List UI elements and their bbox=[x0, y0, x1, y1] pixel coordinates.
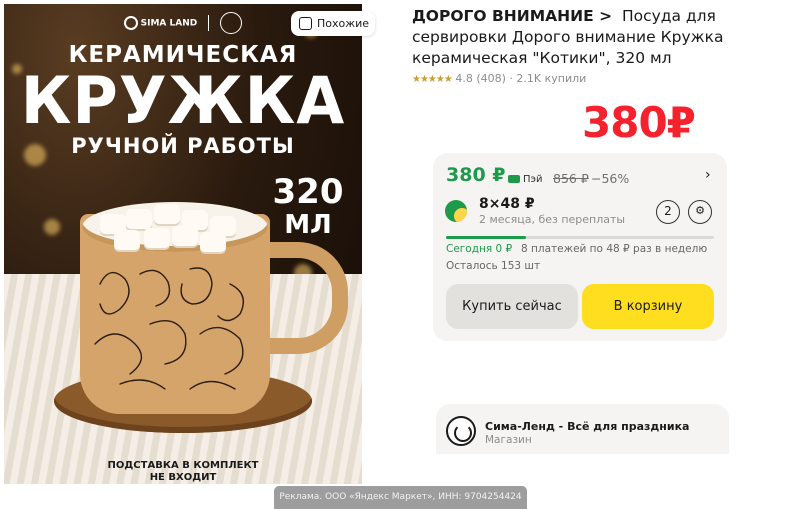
headline-mug: КРУЖКА bbox=[20, 62, 346, 139]
pay-method: Пэй bbox=[508, 174, 543, 185]
discount: −56% bbox=[591, 171, 630, 186]
rating-row[interactable]: ★★★★★ 4.8 (408) · 2.1K купили bbox=[412, 72, 586, 85]
settings-icon[interactable]: ⚙ bbox=[688, 200, 712, 224]
seller-logo-icon bbox=[446, 416, 476, 446]
split-progress bbox=[446, 236, 714, 239]
rating-value: 4.8 bbox=[455, 72, 473, 85]
seller-card[interactable]: Сима-Ленд - Всё для праздника Магазин bbox=[436, 404, 729, 454]
marshmallow bbox=[200, 232, 226, 252]
volume-label: 320 МЛ bbox=[272, 172, 344, 240]
offer-card: 380 ₽ Пэй 856 ₽ −56% › 8×48 ₽ 2 месяца, … bbox=[433, 153, 727, 341]
buy-now-button[interactable]: Купить сейчас bbox=[446, 284, 578, 329]
chevron-right-icon[interactable]: › bbox=[705, 167, 711, 183]
review-count: (408) bbox=[476, 72, 506, 85]
split-months-toggle[interactable]: 2 bbox=[656, 200, 680, 224]
dorogo-vnimanie-logo bbox=[220, 12, 243, 34]
card-icon bbox=[508, 175, 520, 183]
ad-notice: Реклама. ООО «Яндекс Маркет», ИНН: 97042… bbox=[274, 486, 527, 509]
chevron-right-icon: > bbox=[599, 7, 613, 25]
product-image[interactable]: SIMA LAND КЕРАМИЧЕСКАЯ КРУЖКА РУЧНОЙ РАБ… bbox=[4, 4, 362, 484]
old-price: 856 ₽ bbox=[553, 171, 589, 186]
headline-handmade: РУЧНОЙ РАБОТЫ bbox=[71, 134, 295, 158]
marshmallow bbox=[172, 226, 198, 246]
pay-price: 380 ₽ bbox=[446, 164, 506, 186]
stand-note: ПОДСТАВКА В КОМПЛЕКТ НЕ ВХОДИТ bbox=[107, 460, 259, 483]
marshmallow bbox=[144, 228, 170, 248]
product-title: ДОРОГО ВНИМАНИЕ > Посуда для сервировки … bbox=[412, 6, 787, 69]
split-amount: 8×48 ₽ bbox=[479, 196, 535, 212]
similar-icon bbox=[299, 17, 312, 30]
similar-button[interactable]: Похожие bbox=[291, 11, 375, 36]
product-price: 380₽ bbox=[582, 98, 696, 147]
add-to-cart-button[interactable]: В корзину bbox=[582, 284, 714, 329]
marshmallow bbox=[154, 204, 180, 224]
payment-plan: 8 платежей по 48 ₽ раз в неделю bbox=[521, 243, 708, 255]
split-icon bbox=[445, 200, 467, 222]
split-terms: 2 месяца, без переплаты bbox=[479, 213, 626, 226]
brand-link[interactable]: ДОРОГО ВНИМАНИЕ > bbox=[412, 7, 612, 25]
seller-type: Магазин bbox=[485, 434, 532, 446]
sold-count: · 2.1K купили bbox=[509, 72, 587, 85]
marshmallow bbox=[114, 230, 140, 250]
marshmallow bbox=[126, 209, 152, 229]
rating-stars-icon: ★★★★★ bbox=[412, 74, 453, 85]
stock-left: Осталось 153 шт bbox=[446, 260, 541, 272]
today-payment: Сегодня 0 ₽ bbox=[446, 243, 513, 255]
sima-land-logo: SIMA LAND bbox=[123, 16, 197, 30]
seller-name: Сима-Ленд - Всё для праздника bbox=[485, 420, 690, 433]
